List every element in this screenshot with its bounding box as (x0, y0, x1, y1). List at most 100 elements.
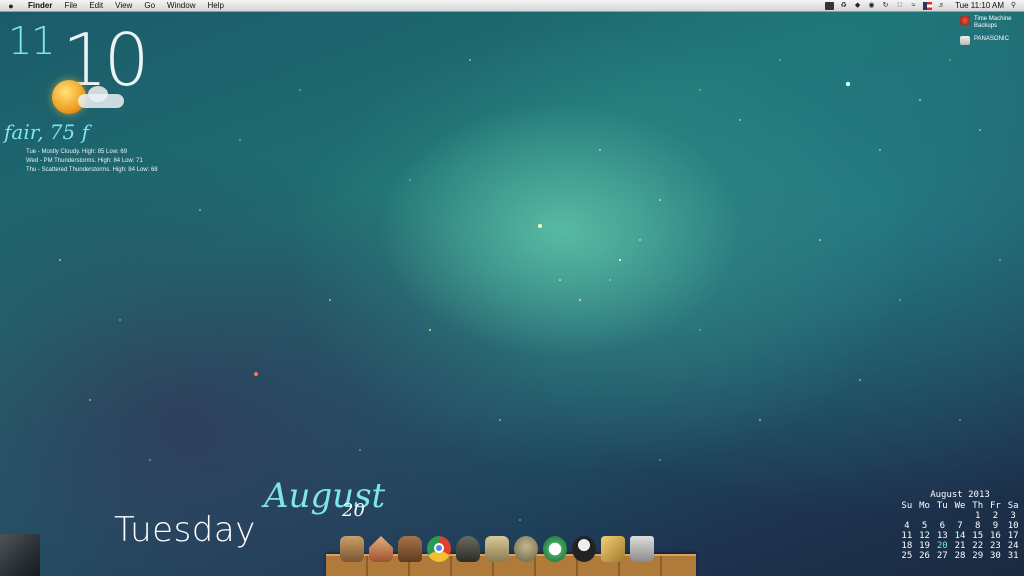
notes-icon[interactable] (485, 536, 509, 562)
menu-file[interactable]: File (58, 0, 83, 12)
calendar-widget: August 2013 Su Mo Tu We Th Fr Sa 1 2 3 4 5 6 7 8 9 10 11… (898, 490, 1022, 561)
menubar-clock[interactable]: Tue 11:10 AM (955, 1, 1004, 10)
calendar-day (898, 511, 916, 521)
spotlight-search-icon[interactable]: ⚲ (1009, 2, 1018, 10)
calendar-weekday: Tu (936, 501, 948, 511)
calendar-day: 7 (957, 521, 963, 531)
calendar-day: 8 (974, 521, 981, 531)
calendar-week: 11 12 13 14 15 16 17 (898, 531, 1022, 541)
suit-icon[interactable] (572, 536, 596, 562)
menu-app-finder[interactable]: Finder (22, 0, 58, 12)
edit-icon[interactable] (601, 536, 625, 562)
menu-window[interactable]: Window (161, 0, 201, 12)
calendar-title: August 2013 (930, 490, 990, 500)
drive-label: PANASONIC (974, 36, 1009, 42)
menu-go[interactable]: Go (138, 0, 161, 12)
calendar-day: 9 (992, 521, 999, 531)
calendar-day: 1 (974, 511, 981, 521)
menu-edit[interactable]: Edit (83, 0, 109, 12)
input-source-flag-icon[interactable] (923, 1, 933, 10)
menu-help[interactable]: Help (201, 0, 229, 12)
desktop-drive-panasonic[interactable]: PANASONIC (960, 36, 1009, 45)
time-machine-icon[interactable]: ↻ (881, 2, 890, 10)
date-month: August (264, 476, 386, 516)
face-icon[interactable] (514, 536, 538, 562)
calendar-week: 25 26 27 28 29 30 31 (898, 551, 1022, 561)
calendar-weekday: Sa (1007, 501, 1019, 511)
calendar-weekday: Fr (990, 501, 1001, 511)
calendar-day: 6 (939, 521, 945, 531)
calendar-weekday: We (954, 501, 966, 511)
calendar-day: 25 (901, 551, 913, 561)
calendar-day: 20 (936, 541, 948, 551)
calendar-day: 31 (1007, 551, 1019, 561)
calendar-week: 18 19 20 21 22 23 24 (898, 541, 1022, 551)
usb-drive-icon (960, 36, 970, 45)
calendar-weekdays: Su Mo Tu We Th Fr Sa (898, 501, 1022, 511)
menu-view[interactable]: View (109, 0, 138, 12)
apple-menu-icon[interactable]: ● (0, 1, 22, 11)
calendar-day: 12 (919, 531, 930, 541)
calendar-day: 29 (972, 551, 984, 561)
chat-icon[interactable]: ◉ (867, 2, 876, 10)
calendar-day: 10 (1007, 521, 1019, 531)
finder-icon[interactable] (340, 536, 364, 562)
menu-bar: ● Finder File Edit View Go Window Help ♻… (0, 0, 1024, 12)
calendar-day: 5 (921, 521, 928, 531)
starfield (59, 59, 1001, 521)
wifi-icon[interactable]: ≈ (909, 2, 918, 10)
calendar-day (916, 511, 934, 521)
calendar-week: 4 5 6 7 8 9 10 (898, 521, 1022, 531)
calendar-day: 26 (919, 551, 930, 561)
box-icon[interactable] (398, 536, 422, 562)
calendar-day: 15 (972, 531, 984, 541)
forecast-line: Thu - Scattered Thunderstorms. High: 84 … (26, 167, 158, 173)
clock-hour: 11 (8, 19, 55, 63)
date-day-number: 20 (342, 500, 365, 521)
calendar-day: 19 (919, 541, 930, 551)
calendar-day: 16 (990, 531, 1001, 541)
screen-icon[interactable] (825, 1, 835, 10)
calendar-weekday: Mo (919, 501, 930, 511)
calendar-day: 28 (954, 551, 966, 561)
dropbox-icon[interactable]: ◆ (853, 2, 862, 10)
calendar-day: 18 (901, 541, 913, 551)
weather-forecast: Tue - Mostly Cloudy. High: 85 Low: 69 We… (26, 148, 158, 175)
green-app-icon[interactable] (543, 536, 567, 562)
music-icon[interactable] (456, 536, 480, 562)
calendar-day: 21 (954, 541, 966, 551)
calendar-day (933, 511, 951, 521)
calendar-day: 2 (992, 511, 999, 521)
calendar-day: 22 (972, 541, 984, 551)
calendar-week: 1 2 3 (898, 511, 1022, 521)
calendar-day: 11 (901, 531, 913, 541)
drive-label: Time Machine Backups (974, 16, 1012, 29)
chrome-icon[interactable] (427, 536, 451, 562)
calendar-weekday: Th (972, 501, 984, 511)
calendar-day (951, 511, 969, 521)
volume-icon[interactable]: ♬ (937, 2, 946, 10)
home-icon[interactable] (369, 536, 393, 562)
forecast-line: Wed - PM Thunderstorms. High: 84 Low: 71 (26, 158, 143, 164)
calendar-day: 17 (1007, 531, 1019, 541)
calendar-day: 30 (990, 551, 1001, 561)
calendar-day: 4 (904, 521, 910, 531)
weather-current: fair, 75 f (4, 120, 90, 144)
calendar-day: 14 (954, 531, 966, 541)
calendar-day: 23 (990, 541, 1001, 551)
calendar-day: 27 (936, 551, 948, 561)
calendar-day: 24 (1007, 541, 1019, 551)
sync-icon[interactable]: ♻ (839, 2, 848, 10)
date-weekday: Tuesday (114, 510, 256, 550)
desktop-drive-time-machine[interactable]: Time Machine Backups (960, 16, 1024, 30)
calendar-day: 13 (936, 531, 948, 541)
calendar-day: 3 (1010, 511, 1016, 521)
calendar-weekday: Su (901, 501, 913, 511)
corner-tab[interactable] (0, 534, 40, 576)
bluetooth-icon[interactable]: ∷ (895, 2, 904, 10)
forecast-line: Tue - Mostly Cloudy. High: 85 Low: 69 (26, 149, 128, 155)
trash-icon[interactable] (630, 536, 654, 562)
sun-cloud-icon (38, 74, 128, 124)
dock (326, 536, 696, 576)
time-machine-drive-icon (960, 16, 970, 25)
